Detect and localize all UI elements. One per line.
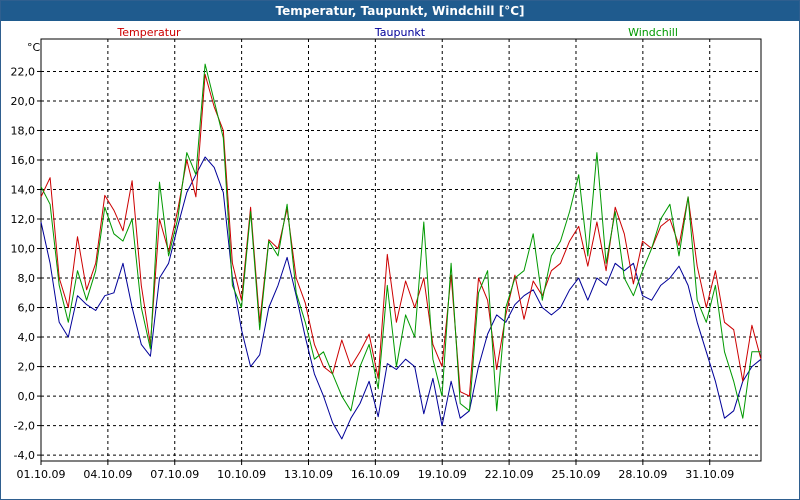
- y-tick-label: 2,0: [18, 361, 36, 374]
- y-tick-label: 14,0: [11, 184, 36, 197]
- y-axis-unit: °C: [27, 41, 41, 54]
- line-chart: -4,0 -2,0 0,0 2,0 4,0 6,0 8,0 10,0 12,0 14,0 16,0 1…: [11, 26, 762, 481]
- y-tick-label: 12,0: [11, 213, 36, 226]
- plot-area: [40, 38, 762, 462]
- series-line-taupunkt: [40, 156, 762, 440]
- grid: [40, 39, 761, 461]
- x-tick-label: 25.10.09: [551, 468, 600, 481]
- legend-temperatur: Temperatur: [116, 26, 181, 39]
- y-tick-label: 20,0: [11, 95, 36, 108]
- chart-window: Temperatur, Taupunkt, Windchill [°C] -4,…: [0, 0, 800, 500]
- x-tick-label: 01.10.09: [17, 468, 66, 481]
- y-tick-label: 18,0: [11, 124, 36, 137]
- series-lines: [40, 63, 762, 440]
- x-tick-label: 13.10.09: [284, 468, 333, 481]
- y-tick-label: 8,0: [18, 272, 36, 285]
- series-line-temperatur: [40, 73, 762, 397]
- y-tick-label: 10,0: [11, 243, 36, 256]
- y-tick-label: -4,0: [14, 449, 35, 462]
- x-tick-label: 04.10.09: [83, 468, 132, 481]
- x-tick-label: 16.10.09: [351, 468, 400, 481]
- y-axis: -4,0 -2,0 0,0 2,0 4,0 6,0 8,0 10,0 12,0 14,0 16,0 1…: [11, 65, 41, 462]
- y-tick-label: 4,0: [18, 331, 36, 344]
- y-tick-label: 6,0: [18, 302, 36, 315]
- x-tick-label: 10.10.09: [217, 468, 266, 481]
- x-tick-label: 19.10.09: [418, 468, 467, 481]
- legend-taupunkt: Taupunkt: [374, 26, 426, 39]
- legend: Temperatur Taupunkt Windchill: [116, 26, 678, 39]
- y-tick-label: 22,0: [11, 65, 36, 78]
- y-tick-label: -2,0: [14, 420, 35, 433]
- x-axis: 01.10.09 04.10.09 07.10.09 10.10.09 13.10.09…: [17, 461, 734, 481]
- x-tick-label: 31.10.09: [685, 468, 734, 481]
- y-tick-label: 16,0: [11, 154, 36, 167]
- x-tick-label: 07.10.09: [150, 468, 199, 481]
- legend-windchill: Windchill: [628, 26, 678, 39]
- x-tick-label: 22.10.09: [485, 468, 534, 481]
- y-tick-label: 0,0: [18, 390, 36, 403]
- x-tick-label: 28.10.09: [618, 468, 667, 481]
